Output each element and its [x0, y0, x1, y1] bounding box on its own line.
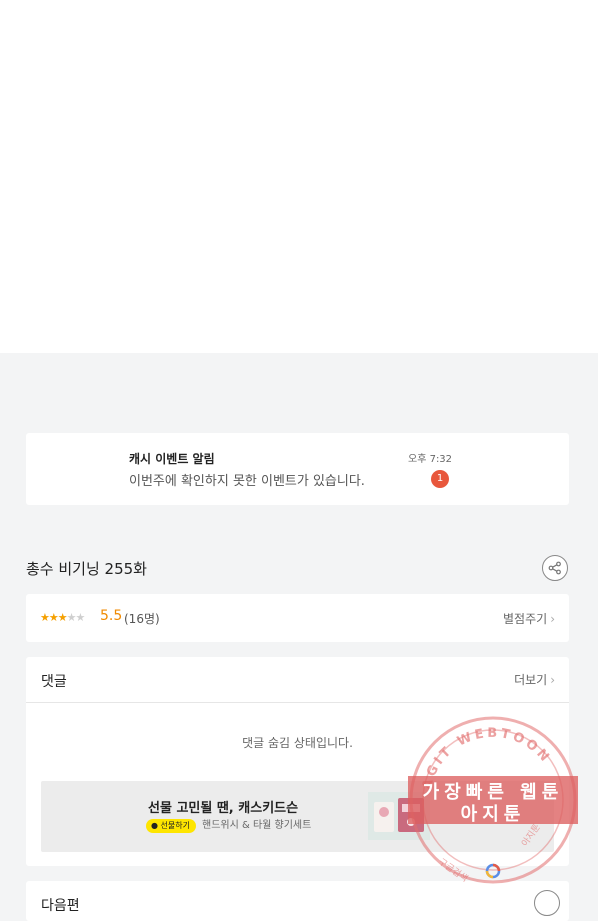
- comments-hidden-message: 댓글 숨김 상태입니다.: [242, 736, 353, 750]
- next-episode-card[interactable]: 다음편: [26, 881, 569, 921]
- rating-stars: ★★★★★: [40, 611, 86, 624]
- rating-score: 5.5: [100, 608, 123, 624]
- comments-header: 댓글: [41, 674, 67, 690]
- product-image: [368, 792, 430, 840]
- star-empty-icon: ★: [75, 611, 86, 624]
- next-episode-label: 다음편: [41, 898, 80, 914]
- ad-title: 선물 고민될 땐, 캐스키드슨: [148, 801, 299, 816]
- rate-button[interactable]: 별점주기 ›: [503, 610, 555, 627]
- notification-time: 오후 7:32: [408, 454, 453, 465]
- notification-card[interactable]: 캐시 이벤트 알림 이번주에 확인하지 못한 이벤트가 있습니다. 오후 7:3…: [26, 433, 569, 505]
- more-label: 더보기: [514, 673, 548, 687]
- notification-badge: 1: [431, 470, 449, 488]
- content-area: [0, 0, 598, 353]
- comments-card: 댓글 더보기 › 댓글 숨김 상태입니다. 선물 고민될 땐, 캐스키드슨 ● 선…: [26, 657, 569, 866]
- rating-count: (16명): [124, 612, 160, 626]
- next-episode-icon: [534, 890, 560, 916]
- share-icon: [548, 561, 561, 575]
- ad-subtitle: 핸드위시 & 타월 향기세트: [202, 820, 312, 831]
- ad-banner[interactable]: 선물 고민될 땐, 캐스키드슨 ● 선물하기 핸드위시 & 타월 향기세트: [41, 781, 554, 852]
- google-logo-icon: [485, 863, 501, 879]
- comments-more-button[interactable]: 더보기 ›: [514, 671, 555, 688]
- chevron-right-icon: ›: [550, 612, 555, 626]
- chat-bubble-icon: ●: [151, 821, 158, 830]
- gift-label: 선물하기: [160, 821, 190, 830]
- star-empty-icon: ★: [66, 611, 77, 624]
- rate-label: 별점주기: [503, 612, 548, 626]
- star-icon: ★: [57, 611, 68, 624]
- notification-message: 이번주에 확인하지 못한 이벤트가 있습니다.: [129, 474, 365, 489]
- star-icon: ★: [48, 611, 59, 624]
- chevron-right-icon: ›: [550, 673, 555, 687]
- episode-title: 총수 비기닝 255화: [26, 560, 147, 578]
- gift-pill: ● 선물하기: [146, 819, 196, 833]
- notification-title: 캐시 이벤트 알림: [129, 452, 215, 466]
- share-button[interactable]: [542, 555, 568, 581]
- rating-card: ★★★★★ 5.5 (16명) 별점주기 ›: [26, 594, 569, 642]
- star-icon: ★: [40, 611, 50, 624]
- divider: [26, 702, 569, 703]
